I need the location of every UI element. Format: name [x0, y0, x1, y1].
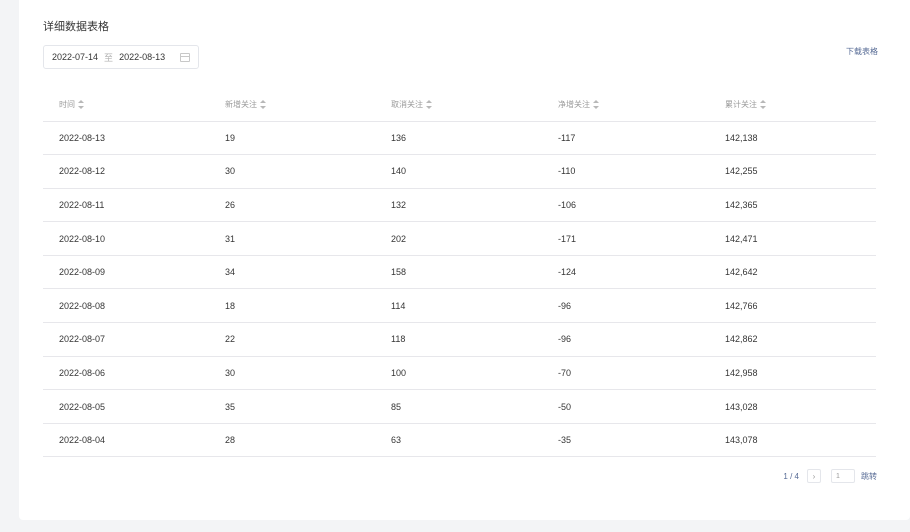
sort-icon[interactable]: [78, 100, 84, 110]
table-row: 2022-08-08 18 114 -96 142,766: [43, 288, 876, 324]
section-title: 详细数据表格: [43, 21, 109, 33]
table-row: 2022-08-13 19 136 -117 142,138: [43, 121, 876, 156]
cell-unfollows: 118: [375, 322, 542, 357]
cell-unfollows: 100: [375, 356, 542, 391]
cell-total-follows: 142,766: [709, 288, 876, 324]
column-header-time[interactable]: 时间: [43, 88, 209, 122]
cell-new-follows: 34: [209, 255, 375, 290]
column-header-label: 取消关注: [391, 99, 423, 109]
column-header-label: 净增关注: [558, 99, 590, 109]
date-start: 2022-07-14: [52, 52, 99, 62]
pagination: 1 / 4 › 跳转: [783, 469, 877, 483]
cell-net-follows: -106: [542, 188, 709, 223]
cell-new-follows: 22: [209, 322, 375, 357]
cell-new-follows: 26: [209, 188, 375, 223]
cell-new-follows: 19: [209, 121, 375, 156]
cell-net-follows: -96: [542, 322, 709, 357]
cell-total-follows: 142,642: [709, 255, 876, 290]
data-table-card: 详细数据表格 2022-07-14 至 2022-08-13 下载表格 时间 新…: [19, 0, 910, 520]
cell-net-follows: -35: [542, 423, 709, 458]
column-header-new-follows[interactable]: 新增关注: [209, 88, 375, 122]
column-header-net-follows[interactable]: 净增关注: [542, 88, 709, 122]
cell-unfollows: 136: [375, 121, 542, 156]
cell-new-follows: 31: [209, 221, 375, 256]
table-header-row: 时间 新增关注 取消关注 净增关注 累计关注: [43, 88, 876, 122]
cell-net-follows: -96: [542, 288, 709, 324]
cell-new-follows: 30: [209, 154, 375, 189]
cell-net-follows: -50: [542, 389, 709, 424]
cell-total-follows: 142,255: [709, 154, 876, 189]
data-table: 时间 新增关注 取消关注 净增关注 累计关注 2022-08-13 19 136…: [43, 88, 876, 458]
cell-total-follows: 143,028: [709, 389, 876, 424]
cell-net-follows: -124: [542, 255, 709, 290]
table-row: 2022-08-09 34 158 -124 142,642: [43, 255, 876, 290]
column-header-unfollows[interactable]: 取消关注: [375, 88, 542, 122]
cell-unfollows: 85: [375, 389, 542, 424]
cell-unfollows: 158: [375, 255, 542, 290]
sort-icon[interactable]: [426, 100, 432, 110]
table-row: 2022-08-11 26 132 -106 142,365: [43, 188, 876, 223]
cell-new-follows: 30: [209, 356, 375, 391]
table-row: 2022-08-12 30 140 -110 142,255: [43, 154, 876, 189]
cell-new-follows: 18: [209, 288, 375, 324]
column-header-total-follows[interactable]: 累计关注: [709, 88, 876, 122]
cell-total-follows: 143,078: [709, 423, 876, 458]
table-row: 2022-08-10 31 202 -171 142,471: [43, 221, 876, 256]
table-row: 2022-08-05 35 85 -50 143,028: [43, 389, 876, 424]
jump-button[interactable]: 跳转: [861, 471, 877, 482]
cell-date: 2022-08-11: [43, 188, 209, 223]
date-range-picker[interactable]: 2022-07-14 至 2022-08-13: [43, 45, 199, 69]
column-header-label: 时间: [59, 99, 75, 109]
cell-date: 2022-08-07: [43, 322, 209, 357]
cell-date: 2022-08-13: [43, 121, 209, 156]
table-row: 2022-08-06 30 100 -70 142,958: [43, 356, 876, 391]
download-table-link[interactable]: 下载表格: [846, 46, 878, 57]
cell-unfollows: 63: [375, 423, 542, 458]
sort-icon[interactable]: [260, 100, 266, 110]
date-separator: 至: [104, 52, 114, 63]
page-info: 1 / 4: [783, 471, 799, 481]
column-header-label: 累计关注: [725, 99, 757, 109]
page-number-input[interactable]: [831, 469, 855, 483]
cell-total-follows: 142,862: [709, 322, 876, 357]
column-header-label: 新增关注: [225, 99, 257, 109]
cell-net-follows: -110: [542, 154, 709, 189]
date-end: 2022-08-13: [119, 52, 166, 62]
calendar-icon[interactable]: [180, 52, 190, 62]
cell-total-follows: 142,471: [709, 221, 876, 256]
chevron-right-icon[interactable]: ›: [807, 469, 821, 483]
table-row: 2022-08-04 28 63 -35 143,078: [43, 423, 876, 458]
cell-unfollows: 202: [375, 221, 542, 256]
cell-date: 2022-08-06: [43, 356, 209, 391]
cell-unfollows: 114: [375, 288, 542, 324]
cell-net-follows: -117: [542, 121, 709, 156]
cell-net-follows: -70: [542, 356, 709, 391]
cell-date: 2022-08-10: [43, 221, 209, 256]
cell-unfollows: 140: [375, 154, 542, 189]
cell-date: 2022-08-09: [43, 255, 209, 290]
cell-net-follows: -171: [542, 221, 709, 256]
cell-date: 2022-08-04: [43, 423, 209, 458]
sort-icon[interactable]: [593, 100, 599, 110]
cell-date: 2022-08-05: [43, 389, 209, 424]
cell-date: 2022-08-12: [43, 154, 209, 189]
cell-unfollows: 132: [375, 188, 542, 223]
cell-new-follows: 28: [209, 423, 375, 458]
table-row: 2022-08-07 22 118 -96 142,862: [43, 322, 876, 357]
cell-total-follows: 142,958: [709, 356, 876, 391]
sort-icon[interactable]: [760, 100, 766, 110]
cell-total-follows: 142,138: [709, 121, 876, 156]
cell-new-follows: 35: [209, 389, 375, 424]
cell-date: 2022-08-08: [43, 288, 209, 324]
cell-total-follows: 142,365: [709, 188, 876, 223]
